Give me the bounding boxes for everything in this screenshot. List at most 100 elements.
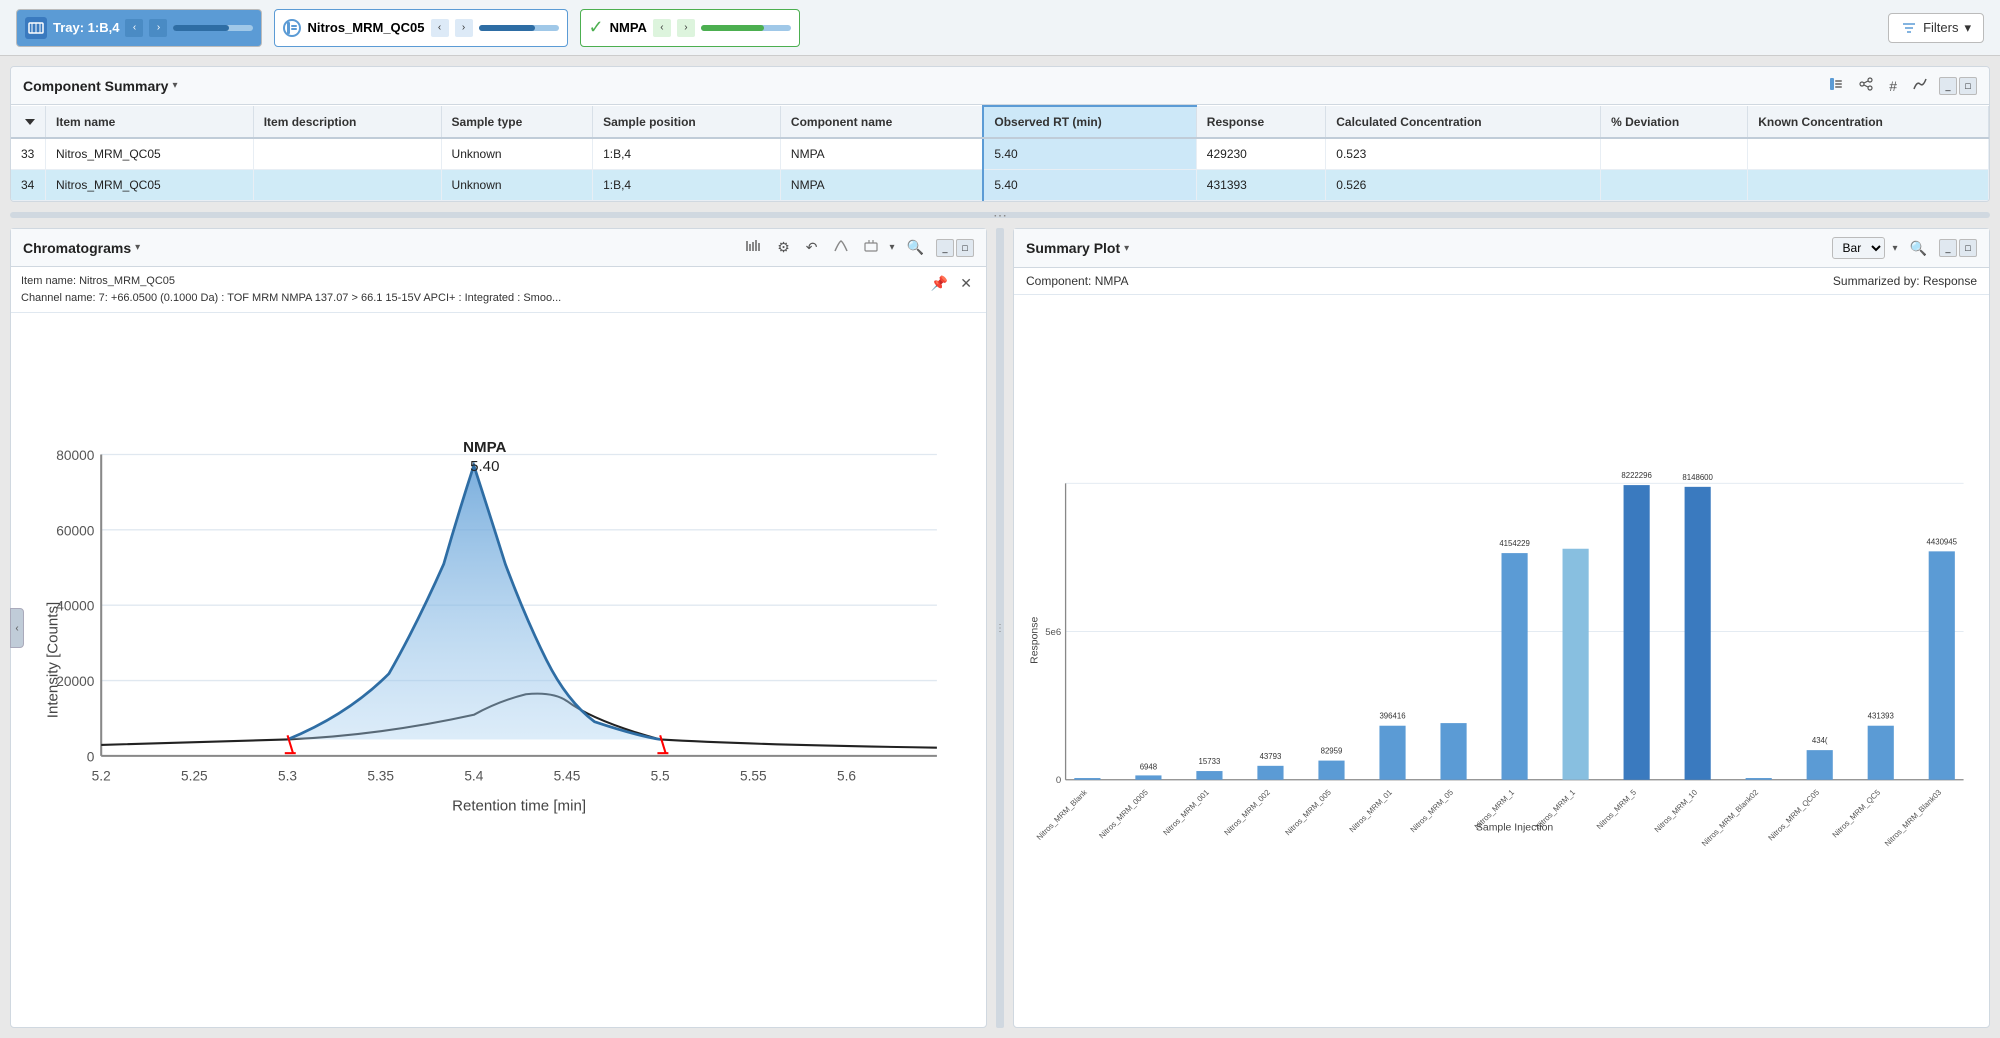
component-info: Component: NMPA Summarized by: Response: [1014, 268, 1989, 295]
cell-sample-pos: 1:B,4: [593, 138, 781, 170]
chrom-minimize-btn[interactable]: _: [936, 239, 954, 257]
bar-14: [1868, 726, 1894, 780]
col-pct-dev[interactable]: % Deviation: [1601, 106, 1748, 138]
bar-3-label: 15733: [1199, 757, 1221, 766]
cell-num: 33: [11, 138, 46, 170]
col-known-conc[interactable]: Known Concentration: [1748, 106, 1989, 138]
chrom-chart-type-btn[interactable]: [860, 237, 882, 258]
compound-next-btn[interactable]: ›: [677, 19, 695, 37]
cell-item-desc: [253, 170, 441, 201]
bar-10-label: 8222296: [1621, 471, 1652, 480]
cell-item-desc: [253, 138, 441, 170]
tray-next-btn[interactable]: ›: [149, 19, 167, 37]
bars-icon: [745, 239, 761, 253]
chrom-peaks-btn[interactable]: [830, 237, 852, 258]
tray-selector[interactable]: Tray: 1:B,4 ‹ ›: [16, 9, 262, 47]
cell-sample-type: Unknown: [441, 170, 593, 201]
method-icon: [283, 19, 301, 37]
share-icon: [1859, 77, 1873, 91]
compound-prev-btn[interactable]: ‹: [653, 19, 671, 37]
col-item-name[interactable]: Item name: [46, 106, 254, 138]
table-row[interactable]: 34Nitros_MRM_QC05Unknown1:B,4NMPA5.40431…: [11, 170, 1989, 201]
chromatogram-arrow[interactable]: ▾: [135, 242, 140, 253]
chrom-pin-btn[interactable]: 📌: [927, 273, 952, 294]
filters-label: Filters: [1923, 20, 1958, 35]
x-tick-5.6: 5.6: [837, 769, 856, 784]
chart-type-select[interactable]: Bar: [1832, 237, 1885, 259]
panel-resize-handle[interactable]: [996, 228, 1004, 1028]
summarized-by: Summarized by: Response: [1833, 274, 1977, 288]
panel-tools: # _ □: [1825, 75, 1977, 96]
chrom-chart-arrow[interactable]: ▾: [890, 242, 895, 253]
filter-tool-btn[interactable]: [1825, 75, 1847, 96]
x-label-5: Nitros_MRM_005: [1283, 787, 1333, 837]
col-response[interactable]: Response: [1196, 106, 1325, 138]
chrom-peak-fill: [288, 465, 661, 739]
chrom-x-label: Retention time [min]: [452, 798, 586, 815]
method-label: Nitros_MRM_QC05: [307, 20, 424, 35]
col-component-name[interactable]: Component name: [780, 106, 983, 138]
filter-icon: [1901, 20, 1917, 36]
filters-button[interactable]: Filters ▾: [1888, 13, 1984, 43]
tray-prev-btn[interactable]: ‹: [125, 19, 143, 37]
cell-observed-rt: 5.40: [983, 138, 1196, 170]
col-sample-type[interactable]: Sample type: [441, 106, 593, 138]
chrom-close-btn[interactable]: ✕: [956, 273, 976, 294]
chromatogram-panel: ‹ Chromatograms ▾ ⚙ ↶: [10, 228, 987, 1028]
table-body: 33Nitros_MRM_QC05Unknown1:B,4NMPA5.40429…: [11, 138, 1989, 201]
bar-12: [1746, 778, 1772, 780]
table-row[interactable]: 33Nitros_MRM_QC05Unknown1:B,4NMPA5.40429…: [11, 138, 1989, 170]
table-header-row: Item name Item description Sample type S…: [11, 106, 1989, 138]
summary-plot-arrow[interactable]: ▾: [1124, 243, 1129, 254]
chrom-undo-btn[interactable]: ↶: [802, 237, 822, 258]
main-content: Component Summary ▾: [0, 56, 2000, 1038]
summary-zoom-btn[interactable]: 🔍: [1906, 238, 1931, 259]
compound-selector[interactable]: ✓ NMPA ‹ ›: [580, 9, 800, 47]
chrom-y-label: Intensity [Counts]: [44, 602, 61, 718]
panel-divider[interactable]: [10, 212, 1990, 218]
component-summary-header: Component Summary ▾: [11, 67, 1989, 105]
chrom-chart-area: Intensity [Counts] 0 20000 40000 60000 8: [11, 313, 986, 1011]
summary-plot-title: Summary Plot: [1026, 240, 1120, 256]
hash-tool-btn[interactable]: #: [1885, 76, 1901, 96]
col-sample-pos[interactable]: Sample position: [593, 106, 781, 138]
chrom-settings-btn[interactable]: ⚙: [773, 237, 794, 258]
bar-13-label: 434(: [1812, 736, 1828, 745]
minimize-btn[interactable]: _: [1939, 77, 1957, 95]
curve-tool-btn[interactable]: [1909, 75, 1931, 96]
share-tool-btn[interactable]: [1855, 75, 1877, 96]
method-progress-fill: [479, 25, 535, 31]
chrom-item-name: Item name: Nitros_MRM_QC05: [21, 273, 561, 290]
summary-minimize-btn[interactable]: _: [1939, 239, 1957, 257]
maximize-btn[interactable]: □: [1959, 77, 1977, 95]
summary-maximize-btn[interactable]: □: [1959, 239, 1977, 257]
cell-pct-dev: [1601, 138, 1748, 170]
x-label-11: Nitros_MRM_10: [1653, 787, 1700, 834]
col-observed-rt[interactable]: Observed RT (min): [983, 106, 1196, 138]
method-selector[interactable]: Nitros_MRM_QC05 ‹ ›: [274, 9, 567, 47]
cell-num: 34: [11, 170, 46, 201]
chrom-zoom-btn[interactable]: 🔍: [903, 237, 928, 258]
bar-8: [1502, 553, 1528, 780]
cell-pct-dev: [1601, 170, 1748, 201]
cell-component-name: NMPA: [780, 170, 983, 201]
method-next-btn[interactable]: ›: [455, 19, 473, 37]
col-item-desc[interactable]: Item description: [253, 106, 441, 138]
bar-13: [1807, 750, 1833, 780]
chart-type-arrow[interactable]: ▾: [1893, 243, 1898, 254]
summary-plot-panel: Summary Plot ▾ Bar ▾ 🔍 _ □ Component: NM…: [1013, 228, 1990, 1028]
summary-window-btns: _ □: [1939, 239, 1977, 257]
chrom-bars-btn[interactable]: [741, 237, 765, 258]
col-sort[interactable]: [11, 106, 46, 138]
chrom-window-btns: _ □: [936, 239, 974, 257]
component-summary-arrow[interactable]: ▾: [172, 80, 177, 91]
chrom-maximize-btn[interactable]: □: [956, 239, 974, 257]
x-label-1: Nitros_MRM_Blank: [1035, 788, 1089, 842]
method-prev-btn[interactable]: ‹: [431, 19, 449, 37]
compound-label: NMPA: [610, 20, 647, 35]
x-label-15: Nitros_MRM_Blank03: [1883, 787, 1944, 848]
bar-5: [1318, 761, 1344, 780]
bar-2: [1135, 775, 1161, 779]
col-calc-conc[interactable]: Calculated Concentration: [1326, 106, 1601, 138]
peaks-icon: [834, 239, 848, 253]
